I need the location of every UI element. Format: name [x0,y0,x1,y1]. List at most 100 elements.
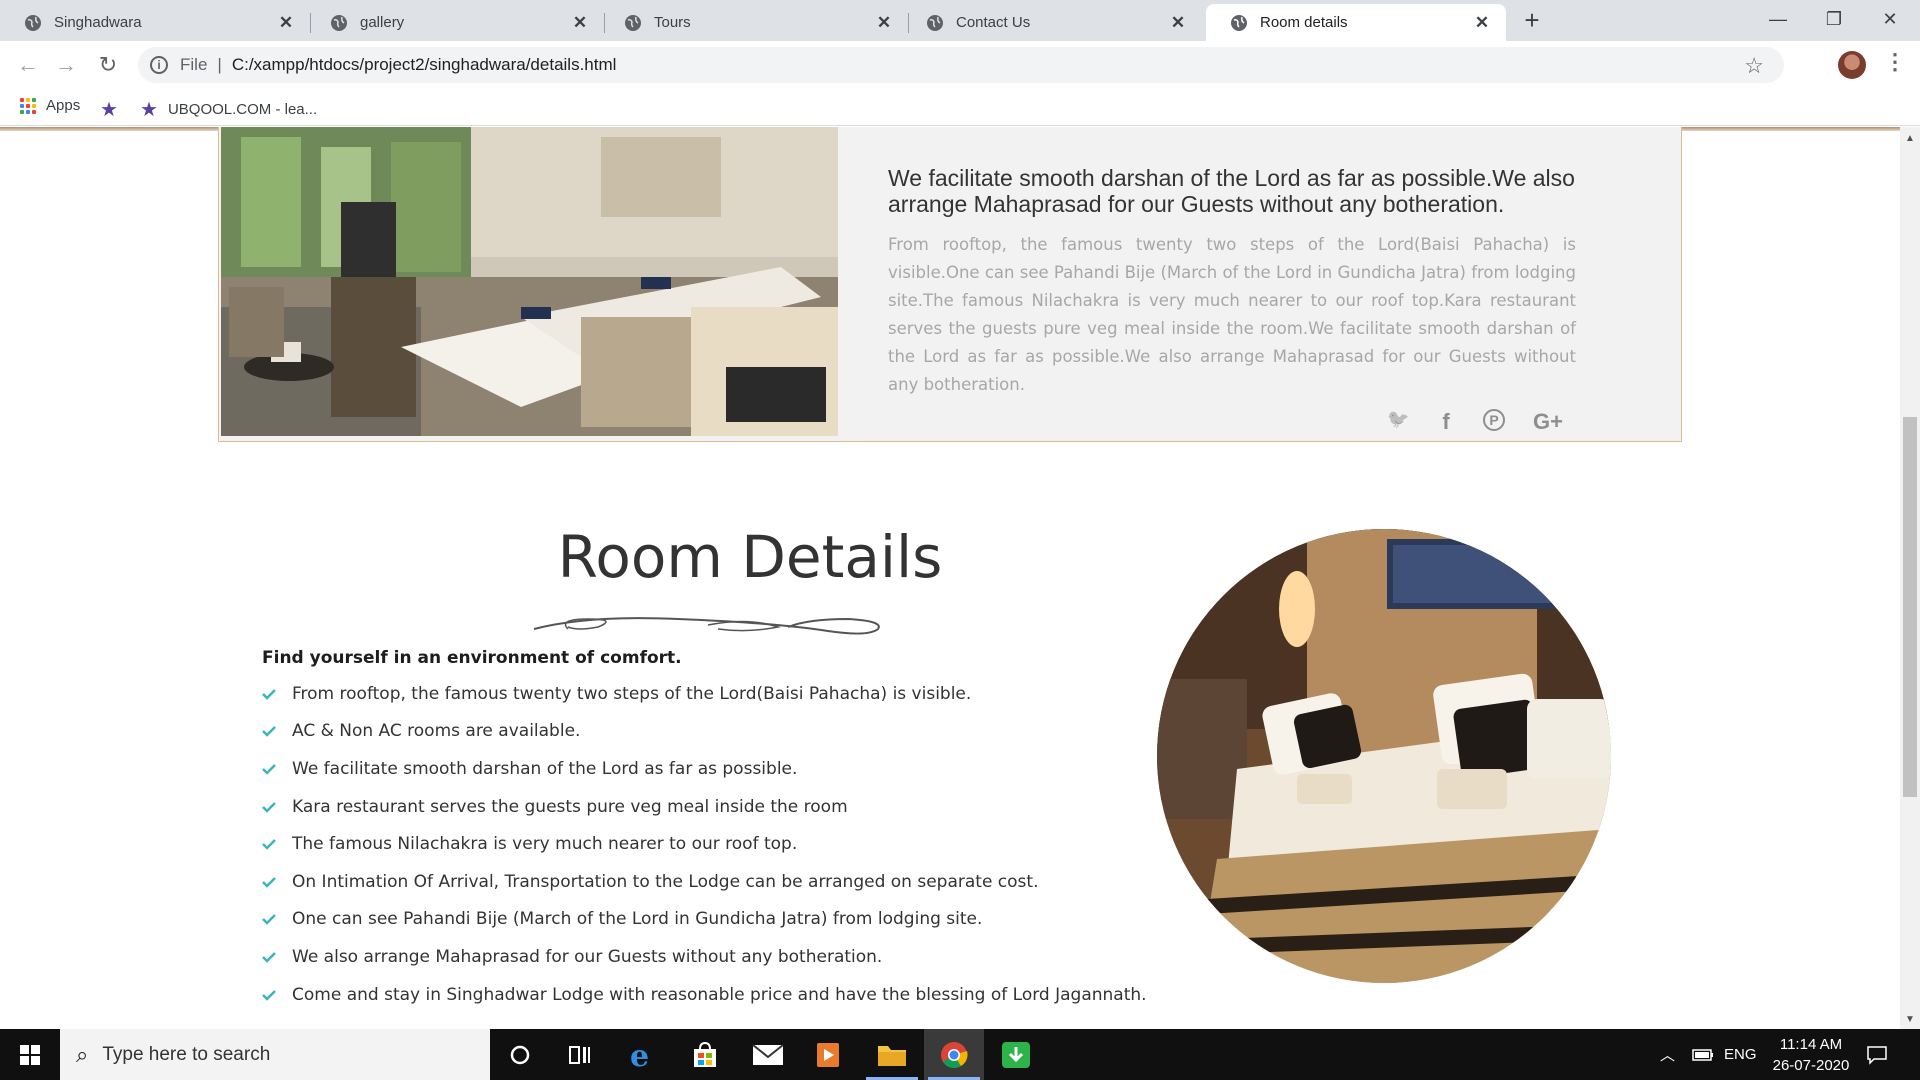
taskbar-search[interactable]: ⌕ Type here to search [60,1029,490,1080]
back-icon[interactable]: ← [14,51,42,79]
room-details-title: Room Details [557,523,943,591]
feature-text: From rooftop, the famous twenty two step… [292,683,972,704]
info-icon[interactable]: i [150,56,168,74]
windows-logo-icon [20,1045,40,1065]
check-icon [262,688,276,700]
flourish-divider-icon [533,617,880,635]
bookmark-apps[interactable]: Apps [20,97,80,114]
feature-text: The famous Nilachakra is very much neare… [292,834,798,855]
tab-room-details[interactable]: Room details ✕ [1206,4,1506,41]
battery-icon[interactable] [1692,1029,1714,1080]
clock-time: 11:14 AM [1779,1036,1843,1053]
system-clock[interactable]: 11:14 AM 26-07-2020 [1766,1034,1856,1076]
scroll-up-arrow-icon[interactable]: ▲ [1900,133,1920,144]
feature-text: We facilitate smooth darshan of the Lord… [292,758,798,779]
scheme-label: File [180,55,208,74]
tab-close-button[interactable]: ✕ [874,13,894,33]
hotel-suite-image [221,127,838,436]
reload-icon[interactable]: ↻ [94,51,122,79]
store-icon[interactable] [675,1029,735,1080]
tab-close-button[interactable]: ✕ [1168,13,1188,33]
card-heading: We facilitate smooth darshan of the Lord… [888,165,1575,217]
tab-contact-us[interactable]: Contact Us ✕ [902,4,1202,41]
cortana-icon[interactable] [490,1029,550,1080]
tray-chevron-icon[interactable]: ︿ [1660,1029,1675,1080]
check-icon [262,764,276,775]
bookmark-ubqool[interactable]: ★ UBQOOL.COM - lea... [140,97,317,122]
bookmarks-bar: Apps ★ ★ UBQOOL.COM - lea... [0,89,1920,126]
list-item: We facilitate smooth darshan of the Lord… [262,750,1147,788]
card-text: We facilitate smooth darshan of the Lord… [888,165,1576,399]
media-player-icon[interactable] [798,1029,858,1080]
chrome-icon[interactable] [924,1029,984,1080]
ubqool-icon: ★ [140,99,158,121]
feature-text: One can see Pahandi Bije (March of the L… [292,909,983,930]
start-button[interactable] [0,1029,60,1080]
url-text[interactable]: C:/xampp/htdocs/project2/singhadwara/det… [232,55,617,75]
check-icon [262,726,276,738]
card-body: From rooftop, the famous twenty two step… [888,235,1576,394]
tab-tours[interactable]: Tours ✕ [600,4,909,41]
tab-singhadwara[interactable]: Singhadwara ✕ [0,4,311,41]
check-icon [262,952,276,963]
new-tab-button[interactable]: + [1518,6,1546,34]
tab-title: Tours [654,14,691,31]
tab-close-button[interactable]: ✕ [276,13,296,33]
scroll-down-arrow-icon[interactable]: ▼ [1900,1014,1920,1025]
pinterest-icon[interactable]: P [1483,409,1505,431]
check-icon [262,989,276,1001]
check-icon [262,914,276,926]
notifications-icon[interactable] [1866,1029,1888,1080]
search-placeholder: Type here to search [102,1043,271,1065]
check-icon [262,876,276,888]
social-links: 🐦 f P G+ [1387,409,1565,435]
tab-title: Singhadwara [54,14,142,31]
google-plus-icon[interactable]: G+ [1531,409,1565,435]
scroll-thumb[interactable] [1903,417,1917,797]
divider: | [217,55,222,74]
tab-title: gallery [360,14,405,31]
search-icon: ⌕ [76,1041,89,1067]
tab-close-button[interactable]: ✕ [1472,13,1492,33]
twitter-icon[interactable]: 🐦 [1387,409,1409,435]
globe-icon [927,14,943,31]
task-view-icon[interactable] [550,1029,610,1080]
svg-text:e: e [630,1040,649,1070]
feature-text: We also arrange Mahaprasad for our Guest… [292,946,883,967]
download-app-icon[interactable] [986,1029,1046,1080]
address-bar[interactable]: i File | C:/xampp/htdocs/project2/singha… [138,47,1784,83]
bookmark-star-icon[interactable]: ☆ [1744,53,1764,79]
tab-strip: Singhadwara ✕ gallery ✕ Tours ✕ Contact … [0,0,1920,41]
menu-kebab-icon[interactable]: ⋮ [1884,49,1906,75]
profile-avatar[interactable] [1838,51,1866,79]
feature-text: Kara restaurant serves the guests pure v… [292,796,848,817]
restore-button[interactable]: ❐ [1806,0,1862,38]
globe-icon [331,14,347,31]
forward-icon[interactable]: → [52,51,80,79]
globe-icon [25,14,41,31]
list-item: From rooftop, the famous twenty two step… [262,675,1147,713]
tab-gallery[interactable]: gallery ✕ [306,4,605,41]
language-indicator[interactable]: ENG [1724,1029,1757,1080]
close-window-button[interactable]: ✕ [1862,0,1918,38]
taskbar: ⌕ Type here to search e ︿ ENG 11:14 AM 2… [0,1029,1920,1080]
tab-close-button[interactable]: ✕ [570,13,590,33]
feature-text: On Intimation Of Arrival, Transportation… [292,871,1039,892]
page-scrollbar[interactable]: ▲ ▼ [1900,127,1920,1029]
apps-grid-icon [20,97,36,114]
list-item: The famous Nilachakra is very much neare… [262,825,1147,863]
edge-browser-icon[interactable]: e [612,1029,672,1080]
minimize-button[interactable]: — [1750,0,1806,38]
check-icon [262,839,276,850]
file-explorer-icon[interactable] [862,1029,922,1080]
list-item: Come and stay in Singhadwar Lodge with r… [262,976,1147,1014]
tab-title: Room details [1260,14,1348,31]
bookmark-star[interactable]: ★ [100,97,128,122]
list-item: On Intimation Of Arrival, Transportation… [262,863,1147,901]
list-item: AC & Non AC rooms are available. [262,713,1147,751]
bookmark-label: UBQOOL.COM - lea... [167,101,318,118]
list-item: One can see Pahandi Bije (March of the L… [262,901,1147,939]
facebook-icon[interactable]: f [1435,409,1457,435]
mail-icon[interactable] [738,1029,798,1080]
feature-text: AC & Non AC rooms are available. [292,721,581,742]
